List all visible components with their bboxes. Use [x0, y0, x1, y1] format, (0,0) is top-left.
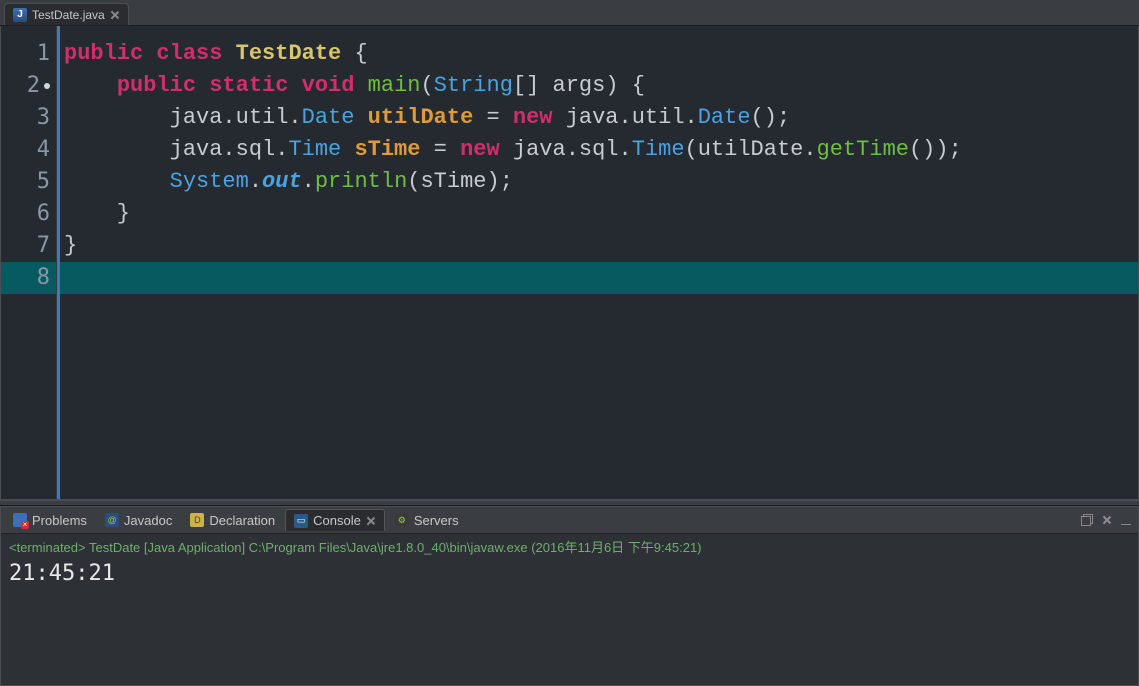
code-line[interactable]: java.util.Date utilDate = new java.util.… — [60, 102, 1138, 134]
console-launch-label: <terminated> TestDate [Java Application]… — [1, 533, 1138, 559]
close-icon[interactable] — [1102, 515, 1112, 525]
tab-javadoc[interactable]: @ Javadoc — [97, 509, 180, 531]
line-number: 6 — [1, 198, 56, 230]
code-line[interactable] — [60, 262, 1138, 294]
console-output[interactable]: 21:45:21 — [1, 559, 1138, 685]
code-line[interactable]: System.out.println(sTime); — [60, 166, 1138, 198]
breakpoint-marker-icon[interactable] — [44, 83, 50, 89]
tab-servers-label: Servers — [414, 513, 459, 528]
tab-declaration-label: Declaration — [209, 513, 275, 528]
tab-problems[interactable]: Problems — [5, 509, 95, 531]
view-tab-bar: Problems @ Javadoc D Declaration ▭ Conso… — [1, 507, 1138, 533]
problems-icon — [13, 513, 27, 527]
close-icon[interactable] — [110, 10, 120, 20]
line-number-gutter: 12345678 — [1, 26, 57, 499]
tab-declaration[interactable]: D Declaration — [182, 509, 283, 531]
close-icon[interactable] — [366, 516, 376, 526]
code-line[interactable]: public class TestDate { — [60, 38, 1138, 70]
tab-servers[interactable]: ⚙ Servers — [387, 509, 467, 531]
restore-icon[interactable] — [1081, 514, 1093, 526]
declaration-icon: D — [190, 513, 204, 527]
tab-console[interactable]: ▭ Console — [285, 509, 385, 531]
line-number: 5 — [1, 166, 56, 198]
line-number: 1 — [1, 38, 56, 70]
line-number: 3 — [1, 102, 56, 134]
code-line[interactable]: public static void main(String[] args) { — [60, 70, 1138, 102]
tab-console-label: Console — [313, 513, 361, 528]
code-line[interactable]: java.sql.Time sTime = new java.sql.Time(… — [60, 134, 1138, 166]
tab-javadoc-label: Javadoc — [124, 513, 172, 528]
code-editor[interactable]: 12345678 public class TestDate { public … — [0, 26, 1139, 500]
servers-icon: ⚙ — [395, 513, 409, 527]
minimize-icon[interactable] — [1121, 523, 1131, 525]
code-content[interactable]: public class TestDate { public static vo… — [57, 26, 1138, 499]
console-icon: ▭ — [294, 514, 308, 528]
editor-tab-label: TestDate.java — [32, 8, 105, 22]
line-number: 7 — [1, 230, 56, 262]
bottom-panel: Problems @ Javadoc D Declaration ▭ Conso… — [0, 506, 1139, 686]
editor-tab-bar: J TestDate.java — [0, 0, 1139, 26]
line-number: 2 — [1, 70, 56, 102]
line-number: 8 — [1, 262, 56, 294]
code-line[interactable]: } — [60, 198, 1138, 230]
code-line[interactable]: } — [60, 230, 1138, 262]
line-number: 4 — [1, 134, 56, 166]
javadoc-icon: @ — [105, 513, 119, 527]
tab-problems-label: Problems — [32, 513, 87, 528]
editor-tab-testdate[interactable]: J TestDate.java — [4, 3, 129, 25]
java-file-icon: J — [13, 8, 27, 22]
